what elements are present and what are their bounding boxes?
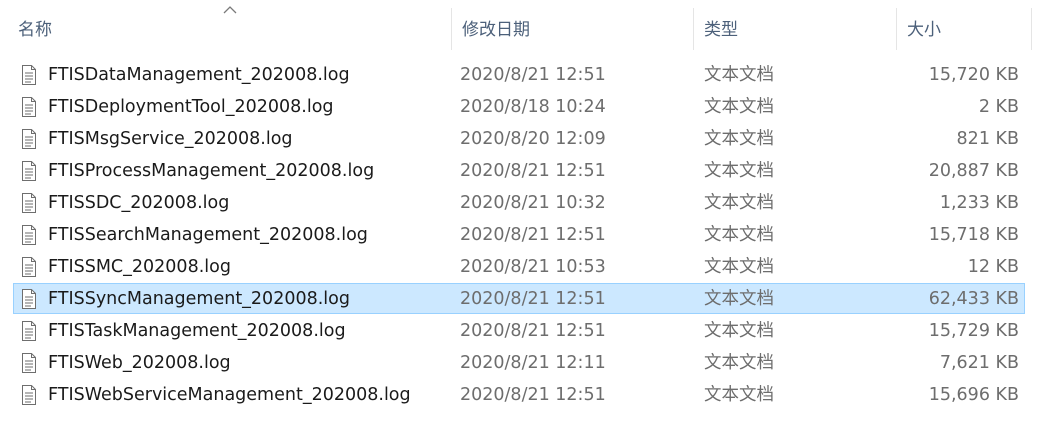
file-date-modified: 2020/8/21 12:51 xyxy=(460,161,606,181)
file-type: 文本文档 xyxy=(704,161,774,181)
file-size: 15,718 KB xyxy=(928,225,1019,245)
file-name: FTISTaskManagement_202008.log xyxy=(48,321,346,341)
file-row[interactable]: FTISSDC_202008.log 2020/8/21 10:32 文本文档 1,2… xyxy=(13,187,1025,218)
file-row[interactable]: FTISDeploymentTool_202008.log 2020/8/18 1… xyxy=(13,91,1025,122)
file-size: 821 KB xyxy=(956,129,1019,149)
file-size: 15,729 KB xyxy=(928,321,1019,341)
file-date-modified: 2020/8/21 12:51 xyxy=(460,225,606,245)
file-date-modified: 2020/8/21 12:51 xyxy=(460,65,606,85)
column-header-name[interactable]: 名称 xyxy=(8,0,452,58)
file-date-modified: 2020/8/21 10:53 xyxy=(460,257,606,277)
text-document-icon xyxy=(22,289,36,309)
column-header-date-modified[interactable]: 修改日期 xyxy=(452,0,694,58)
column-header-bar: 名称 修改日期 类型 大小 xyxy=(0,0,1053,58)
file-row[interactable]: FTISProcessManagement_202008.log 2020/8/2… xyxy=(13,155,1025,186)
file-name: FTISWebServiceManagement_202008.log xyxy=(48,385,411,405)
file-name: FTISSearchManagement_202008.log xyxy=(48,225,368,245)
text-document-icon xyxy=(22,161,36,181)
file-row[interactable]: FTISDataManagement_202008.log 2020/8/21 1… xyxy=(13,59,1025,90)
file-date-modified: 2020/8/21 12:11 xyxy=(460,353,606,373)
file-name: FTISDeploymentTool_202008.log xyxy=(48,97,334,117)
file-size: 62,433 KB xyxy=(928,289,1019,309)
file-date-modified: 2020/8/21 12:51 xyxy=(460,385,606,405)
text-document-icon xyxy=(22,225,36,245)
file-row[interactable]: FTISMsgService_202008.log 2020/8/20 12:09… xyxy=(13,123,1025,154)
file-size: 15,696 KB xyxy=(928,385,1019,405)
column-divider[interactable] xyxy=(1031,8,1032,50)
file-type: 文本文档 xyxy=(704,65,774,85)
file-row[interactable]: FTISWeb_202008.log 2020/8/21 12:11 文本文档 7,6… xyxy=(13,347,1025,378)
file-name: FTISProcessManagement_202008.log xyxy=(48,161,375,181)
file-type: 文本文档 xyxy=(704,129,774,149)
file-size: 2 KB xyxy=(978,97,1019,117)
file-row[interactable]: FTISSyncManagement_202008.log 2020/8/21 1… xyxy=(13,283,1025,314)
text-document-icon xyxy=(22,193,36,213)
column-header-type[interactable]: 类型 xyxy=(694,0,897,58)
file-size: 15,720 KB xyxy=(928,65,1019,85)
file-type: 文本文档 xyxy=(704,97,774,117)
file-type: 文本文档 xyxy=(704,289,774,309)
file-name: FTISSMC_202008.log xyxy=(48,257,231,277)
file-type: 文本文档 xyxy=(704,193,774,213)
file-name: FTISDataManagement_202008.log xyxy=(48,65,350,85)
file-name: FTISSyncManagement_202008.log xyxy=(48,289,350,309)
text-document-icon xyxy=(22,97,36,117)
text-document-icon xyxy=(22,65,36,85)
file-name: FTISSDC_202008.log xyxy=(48,193,230,213)
file-type: 文本文档 xyxy=(704,225,774,245)
text-document-icon xyxy=(22,257,36,277)
file-size: 20,887 KB xyxy=(928,161,1019,181)
file-type: 文本文档 xyxy=(704,353,774,373)
file-type: 文本文档 xyxy=(704,257,774,277)
file-row[interactable]: FTISSMC_202008.log 2020/8/21 10:53 文本文档 12 … xyxy=(13,251,1025,282)
file-name: FTISMsgService_202008.log xyxy=(48,129,293,149)
text-document-icon xyxy=(22,129,36,149)
file-name: FTISWeb_202008.log xyxy=(48,353,231,373)
file-date-modified: 2020/8/20 12:09 xyxy=(460,129,606,149)
file-row[interactable]: FTISTaskManagement_202008.log 2020/8/21 1… xyxy=(13,315,1025,346)
file-date-modified: 2020/8/18 10:24 xyxy=(460,97,606,117)
file-row[interactable]: FTISWebServiceManagement_202008.log 2020/… xyxy=(13,379,1025,410)
file-type: 文本文档 xyxy=(704,321,774,341)
file-size: 1,233 KB xyxy=(939,193,1019,213)
file-date-modified: 2020/8/21 12:51 xyxy=(460,321,606,341)
file-list-view: 名称 修改日期 类型 大小 FTISDataManagement_202008.… xyxy=(0,0,1053,421)
file-row[interactable]: FTISSearchManagement_202008.log 2020/8/21… xyxy=(13,219,1025,250)
text-document-icon xyxy=(22,321,36,341)
file-type: 文本文档 xyxy=(704,385,774,405)
text-document-icon xyxy=(22,353,36,373)
file-size: 7,621 KB xyxy=(939,353,1019,373)
file-date-modified: 2020/8/21 10:32 xyxy=(460,193,606,213)
text-document-icon xyxy=(22,385,36,405)
file-date-modified: 2020/8/21 12:51 xyxy=(460,289,606,309)
file-size: 12 KB xyxy=(967,257,1019,277)
column-header-size[interactable]: 大小 xyxy=(897,0,1031,58)
